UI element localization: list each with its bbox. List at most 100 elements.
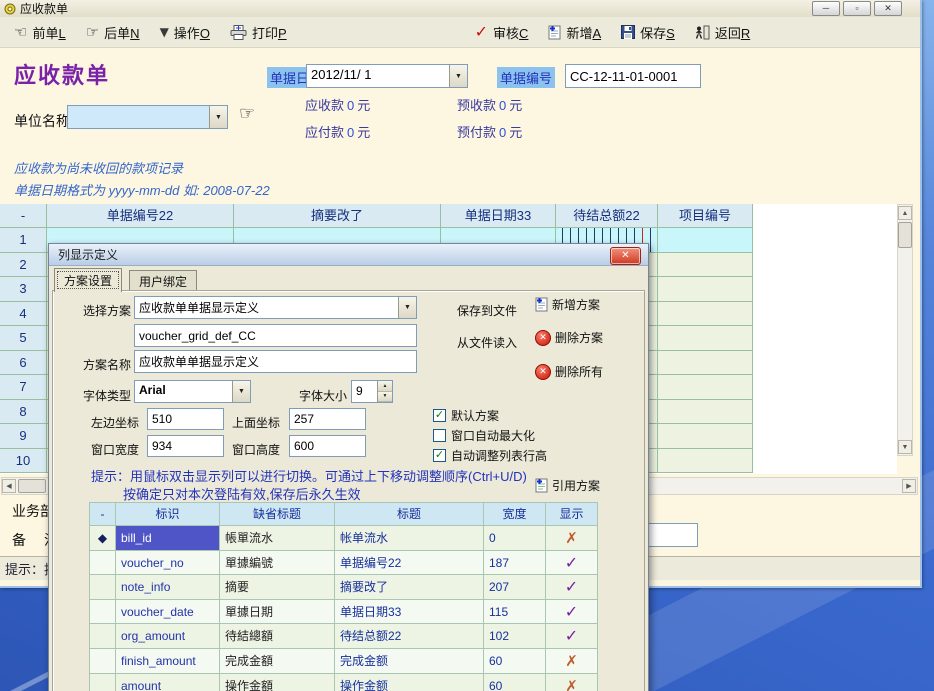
ref-scheme-button[interactable]: 引用方案 <box>535 477 600 494</box>
title-cell[interactable]: 单据日期33 <box>335 600 484 625</box>
title-cell[interactable]: 操作金额 <box>335 674 484 691</box>
width-cell[interactable]: 60 <box>484 649 546 674</box>
column-def-row[interactable]: voucher_no單據編號单据编号22187✓ <box>89 551 598 576</box>
toolbar-prev-bill-button[interactable]: ☜前单L <box>4 18 76 46</box>
read-from-file-button[interactable]: 从文件读入 <box>457 334 517 351</box>
tab-scheme-settings[interactable]: 方案设置 <box>54 268 122 292</box>
scroll-left-icon[interactable]: ◀ <box>2 479 16 493</box>
visible-cell[interactable]: ✗ <box>546 674 598 691</box>
field-id-cell[interactable]: note_info <box>116 575 220 600</box>
title-cell[interactable]: 帐单流水 <box>335 526 484 551</box>
row-number-cell[interactable]: 9 <box>0 424 47 449</box>
title-cell[interactable]: 单据编号22 <box>335 551 484 576</box>
title-bar[interactable]: 应收款单 ─ ▫ ✕ <box>0 0 920 17</box>
grid-cell[interactable] <box>658 277 753 302</box>
grid-cell[interactable] <box>658 351 753 376</box>
scroll-up-icon[interactable]: ▲ <box>898 206 912 220</box>
pointer-hand-icon[interactable]: ☞ <box>239 105 255 123</box>
row-number-cell[interactable]: 8 <box>0 400 47 425</box>
title-cell[interactable]: 完成金额 <box>335 649 484 674</box>
row-number-cell[interactable]: 4 <box>0 302 47 327</box>
width-cell[interactable]: 187 <box>484 551 546 576</box>
field-id-cell[interactable]: voucher_date <box>116 600 220 625</box>
dialog-title-bar[interactable]: 列显示定义 <box>49 244 648 266</box>
toolbar-save-button[interactable]: 保存S <box>611 18 685 46</box>
row-marker-cell[interactable]: ◆ <box>89 526 116 551</box>
width-cell[interactable]: 207 <box>484 575 546 600</box>
tab-user-binding[interactable]: 用户绑定 <box>129 270 197 292</box>
grid-column-header[interactable]: 摘要改了 <box>234 204 441 228</box>
row-number-cell[interactable]: 7 <box>0 375 47 400</box>
visible-cell[interactable]: ✓ <box>546 551 598 576</box>
toolbar-add-new-button[interactable]: 新增A <box>538 18 611 46</box>
grid-cell[interactable] <box>658 400 753 425</box>
row-marker-cell[interactable] <box>89 600 116 625</box>
dialog-column-header[interactable]: 标题 <box>335 502 484 526</box>
grid-cell[interactable] <box>658 424 753 449</box>
dialog-column-header[interactable]: - <box>89 502 116 526</box>
default-title-cell[interactable]: 單據日期 <box>220 600 335 625</box>
checkbox-icon[interactable]: ✓ <box>433 449 446 462</box>
field-id-cell[interactable]: finish_amount <box>116 649 220 674</box>
chevron-down-icon[interactable]: ▼ <box>209 106 227 128</box>
toolbar-operate-button[interactable]: ▼操作O <box>150 18 220 46</box>
field-id-cell[interactable]: amount <box>116 674 220 691</box>
field-id-cell[interactable]: voucher_no <box>116 551 220 576</box>
column-def-row[interactable]: note_info摘要摘要改了207✓ <box>89 575 598 600</box>
save-to-file-button[interactable]: 保存到文件 <box>457 302 517 319</box>
column-def-row[interactable]: finish_amount完成金額完成金额60✗ <box>89 649 598 674</box>
title-cell[interactable]: 摘要改了 <box>335 575 484 600</box>
add-scheme-button[interactable]: 新增方案 <box>535 296 600 313</box>
vscroll-thumb[interactable] <box>898 222 912 248</box>
dialog-column-header[interactable]: 标识 <box>116 502 220 526</box>
toolbar-return-button[interactable]: 返回R <box>685 18 760 46</box>
visible-cell[interactable]: ✓ <box>546 600 598 625</box>
column-def-row[interactable]: amount操作金額操作金额60✗ <box>89 674 598 691</box>
window-height-input[interactable] <box>289 435 366 457</box>
row-marker-cell[interactable] <box>89 551 116 576</box>
default-title-cell[interactable]: 待結總額 <box>220 624 335 649</box>
chevron-down-icon[interactable]: ▼ <box>232 381 250 402</box>
minimize-button[interactable]: ─ <box>812 1 840 16</box>
grid-column-header[interactable]: 单据编号22 <box>47 204 234 228</box>
field-id-cell[interactable]: bill_id <box>116 526 220 551</box>
delete-all-button[interactable]: ✕ 删除所有 <box>535 363 603 380</box>
grid-cell[interactable] <box>658 253 753 278</box>
column-def-row[interactable]: voucher_date單據日期单据日期33115✓ <box>89 600 598 625</box>
spinner-up-icon[interactable]: ▲ <box>378 381 392 392</box>
width-cell[interactable]: 115 <box>484 600 546 625</box>
row-marker-cell[interactable] <box>89 649 116 674</box>
grid-cell[interactable] <box>658 228 753 253</box>
visible-cell[interactable]: ✗ <box>546 649 598 674</box>
default-title-cell[interactable]: 帳單流水 <box>220 526 335 551</box>
select-scheme-combo[interactable]: 应收款单单据显示定义 ▼ <box>134 296 417 319</box>
width-cell[interactable]: 60 <box>484 674 546 691</box>
left-coord-input[interactable] <box>147 408 224 430</box>
window-width-input[interactable] <box>147 435 224 457</box>
visible-cell[interactable]: ✗ <box>546 526 598 551</box>
grid-column-header[interactable]: 项目编号 <box>658 204 753 228</box>
grid-column-header[interactable]: 单据日期33 <box>441 204 556 228</box>
toolbar-print-button[interactable]: 打印P <box>220 18 297 46</box>
column-def-row[interactable]: org_amount待結總額待结总额22102✓ <box>89 624 598 649</box>
column-def-row[interactable]: ◆bill_id帳單流水帐单流水0✗ <box>89 526 598 551</box>
row-marker-cell[interactable] <box>89 624 116 649</box>
visible-cell[interactable]: ✓ <box>546 575 598 600</box>
scroll-right-icon[interactable]: ▶ <box>902 479 916 493</box>
grid-cell[interactable] <box>658 302 753 327</box>
bill-date-combo[interactable]: 2012/11/ 1 ▼ <box>306 64 468 88</box>
dialog-column-header[interactable]: 显示 <box>546 502 598 526</box>
grid-column-header[interactable]: 待结总额22 <box>556 204 658 228</box>
maximize-button[interactable]: ▫ <box>843 1 871 16</box>
checkbox-icon[interactable]: ✓ <box>433 409 446 422</box>
checkbox-auto-row-height[interactable]: ✓自动调整列表行高 <box>433 447 547 464</box>
checkbox-default-scheme[interactable]: ✓默认方案 <box>433 407 499 424</box>
title-cell[interactable]: 待结总额22 <box>335 624 484 649</box>
grid-cell[interactable] <box>658 449 753 474</box>
font-size-spinner[interactable]: 9 ▲ ▼ <box>351 380 393 403</box>
close-button[interactable]: ✕ <box>874 1 902 16</box>
row-marker-cell[interactable] <box>89 674 116 691</box>
visible-cell[interactable]: ✓ <box>546 624 598 649</box>
default-title-cell[interactable]: 操作金額 <box>220 674 335 691</box>
grid-cell[interactable] <box>658 326 753 351</box>
